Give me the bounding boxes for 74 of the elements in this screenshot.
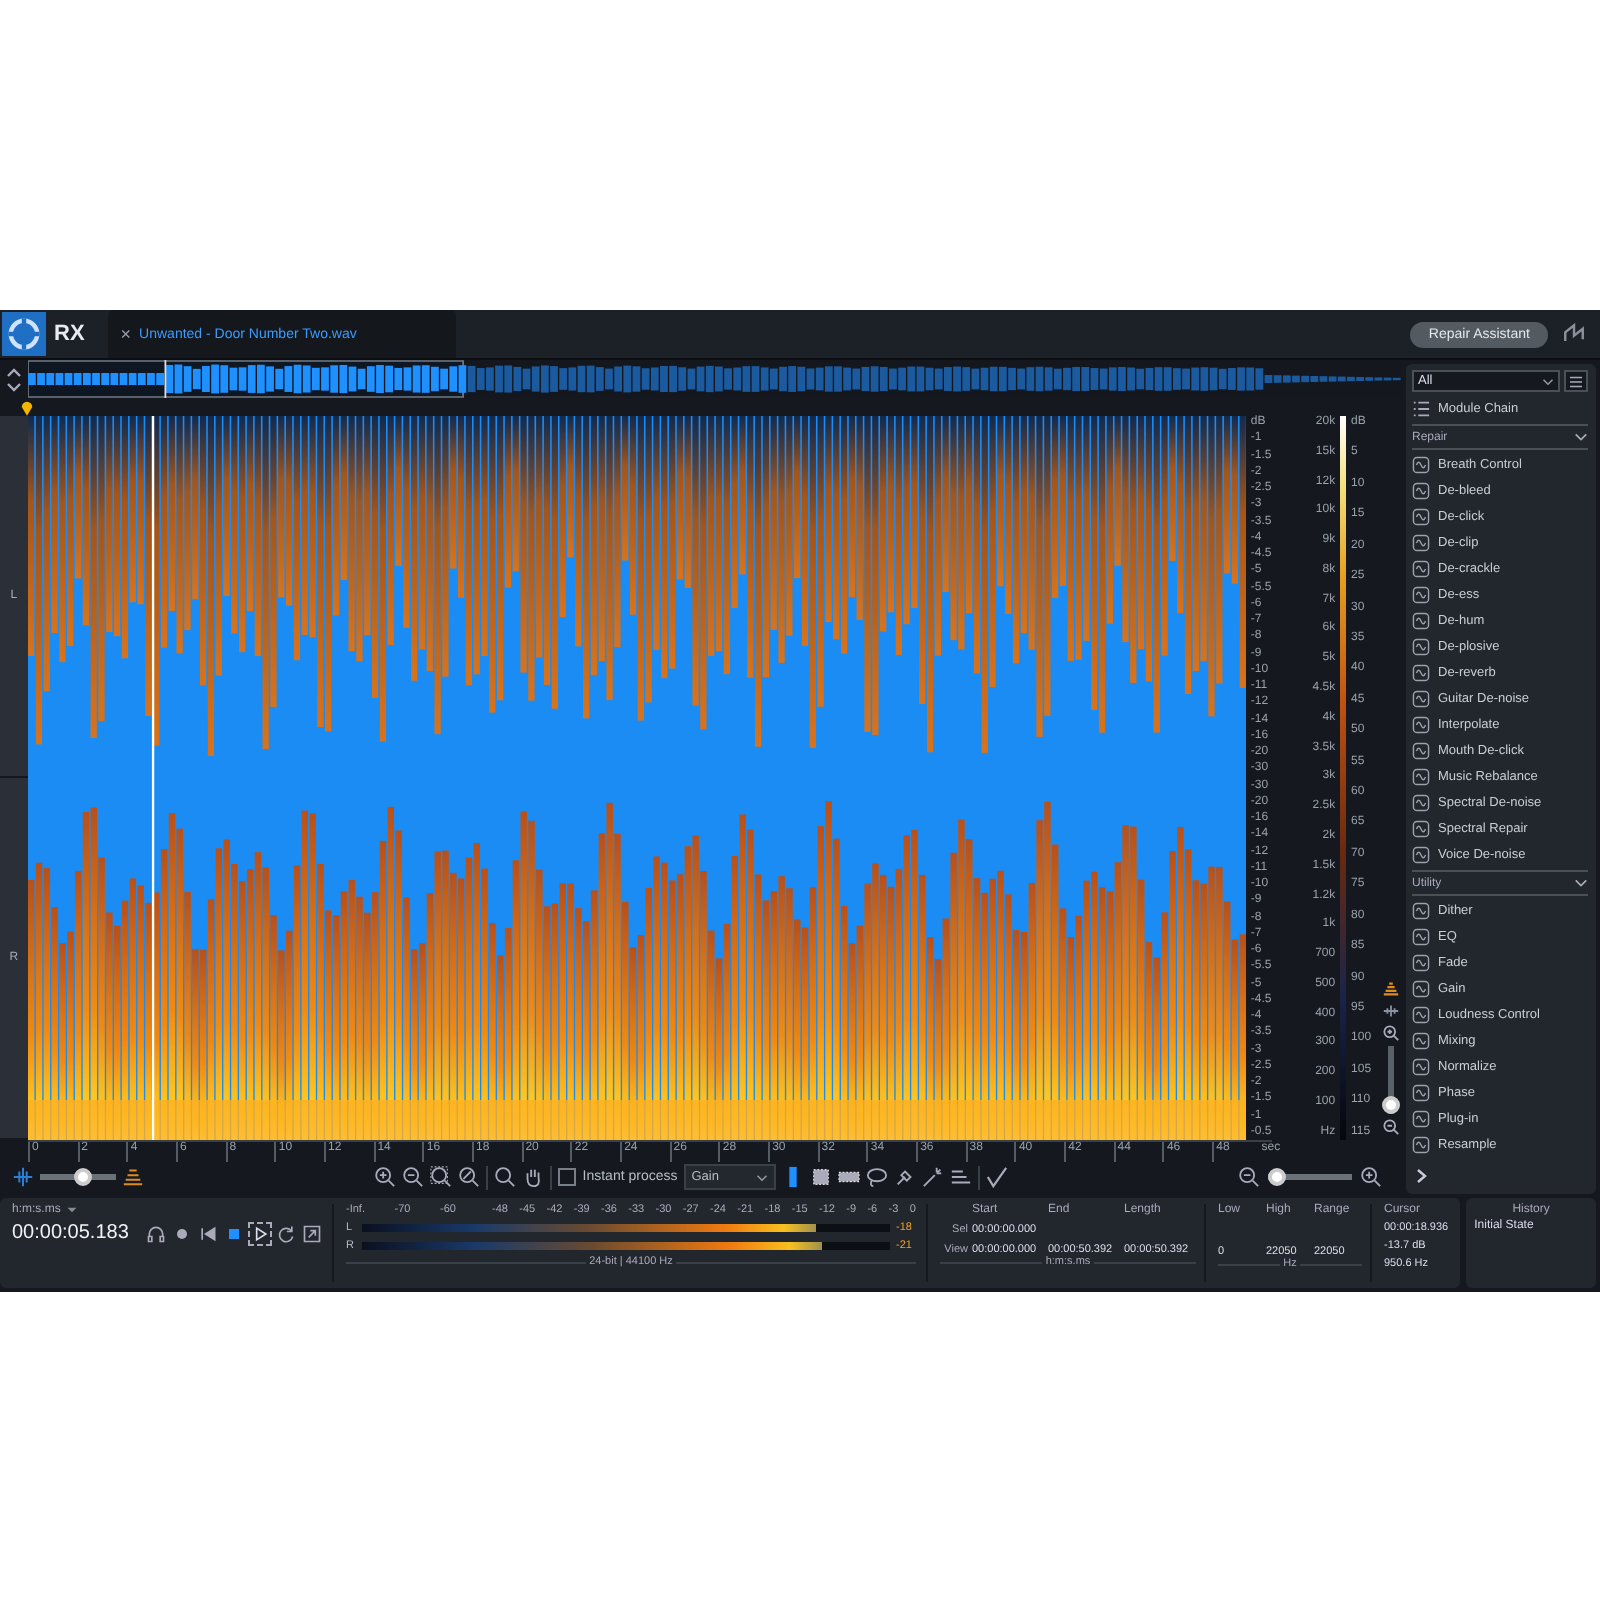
- spectrogram-icon[interactable]: [1381, 980, 1400, 998]
- module-icon: [1412, 1084, 1430, 1102]
- module-icon: [1412, 902, 1430, 920]
- selection-tool-icon[interactable]: [865, 1166, 888, 1189]
- zoom-out-icon[interactable]: [402, 1166, 425, 1189]
- close-button[interactable]: ×: [120, 324, 132, 344]
- list-icon: [1412, 400, 1430, 418]
- waveform-icon[interactable]: [1381, 1002, 1400, 1020]
- menu-icon: [1568, 375, 1584, 387]
- module-icon: [1412, 768, 1430, 786]
- module-icon: [1412, 534, 1430, 552]
- module-icon: [1412, 928, 1430, 946]
- module-icon: [1412, 560, 1430, 578]
- spectrogram-icon[interactable]: [122, 1166, 144, 1189]
- overview-waveform[interactable]: [28, 360, 1402, 398]
- caret-icon: [1542, 377, 1554, 385]
- module-icon: [1412, 664, 1430, 682]
- menu-button[interactable]: [1564, 370, 1588, 392]
- module-icon: [1412, 1058, 1430, 1076]
- module-icon: [1412, 846, 1430, 864]
- module-icon: [1412, 1006, 1430, 1024]
- zoom-in-icon[interactable]: [374, 1166, 397, 1189]
- module-icon: [1412, 820, 1430, 838]
- module-icon: [1412, 794, 1430, 812]
- chevron-right-icon[interactable]: [1416, 1168, 1428, 1184]
- up-down-arrows-icon[interactable]: [4, 365, 24, 393]
- record-button[interactable]: [172, 1223, 193, 1243]
- headphones-button[interactable]: [146, 1223, 167, 1243]
- checkmark-icon[interactable]: [985, 1166, 1008, 1189]
- selection-tool-icon[interactable]: [949, 1166, 972, 1189]
- module-icon: [1412, 1032, 1430, 1050]
- module-icon: [1412, 716, 1430, 734]
- zoom-selection-icon[interactable]: [430, 1166, 453, 1189]
- caret-icon: [66, 1206, 79, 1214]
- module-icon: [1412, 954, 1430, 972]
- waveform-icon[interactable]: [12, 1166, 34, 1189]
- module-icon: [1412, 638, 1430, 656]
- previous-button[interactable]: [198, 1223, 219, 1243]
- module-icon: [1412, 1136, 1430, 1154]
- selection-tool-icon[interactable]: [921, 1166, 944, 1189]
- module-icon: [1412, 456, 1430, 474]
- app-logo-text: RX: [54, 322, 85, 346]
- chevron-icon: [1574, 432, 1588, 442]
- spectrogram-drawing[interactable]: [27, 416, 1247, 1140]
- time-display: 00:00:05.183: [12, 1222, 129, 1244]
- caret-icon: [755, 1173, 768, 1182]
- module-icon: [1412, 1110, 1430, 1128]
- instant-process-checkbox[interactable]: [558, 1168, 577, 1187]
- module-icon: [1412, 980, 1430, 998]
- zoom-out-icon[interactable]: [1381, 1118, 1400, 1136]
- module-icon: [1412, 690, 1430, 708]
- module-icon: [1412, 508, 1430, 526]
- logo-icon: [2, 312, 46, 356]
- module-icon: [1412, 482, 1430, 500]
- zoom-in-icon[interactable]: [1381, 1024, 1400, 1042]
- magnifier-icon[interactable]: [494, 1166, 517, 1189]
- slider-thumb[interactable]: [1268, 1168, 1286, 1187]
- zoom-fit-icon[interactable]: [458, 1166, 481, 1189]
- loop-button[interactable]: [276, 1223, 297, 1243]
- module-icon: [1412, 586, 1430, 604]
- slider-thumb[interactable]: [1381, 1096, 1400, 1114]
- chevron-icon: [1574, 878, 1588, 888]
- slider-thumb[interactable]: [74, 1168, 93, 1187]
- zoom-out-icon[interactable]: [1238, 1166, 1260, 1189]
- zoom-in-icon[interactable]: [1360, 1166, 1382, 1189]
- module-icon: [1412, 742, 1430, 760]
- export-button[interactable]: [302, 1223, 323, 1243]
- selection-tool-icon[interactable]: [893, 1166, 916, 1189]
- module-icon: [1412, 612, 1430, 630]
- stop-button[interactable]: [224, 1223, 245, 1243]
- marker-pin-icon[interactable]: [20, 398, 34, 416]
- selection-tool-icon[interactable]: [809, 1166, 832, 1189]
- hand-icon[interactable]: [522, 1166, 545, 1189]
- play-button[interactable]: [250, 1223, 271, 1243]
